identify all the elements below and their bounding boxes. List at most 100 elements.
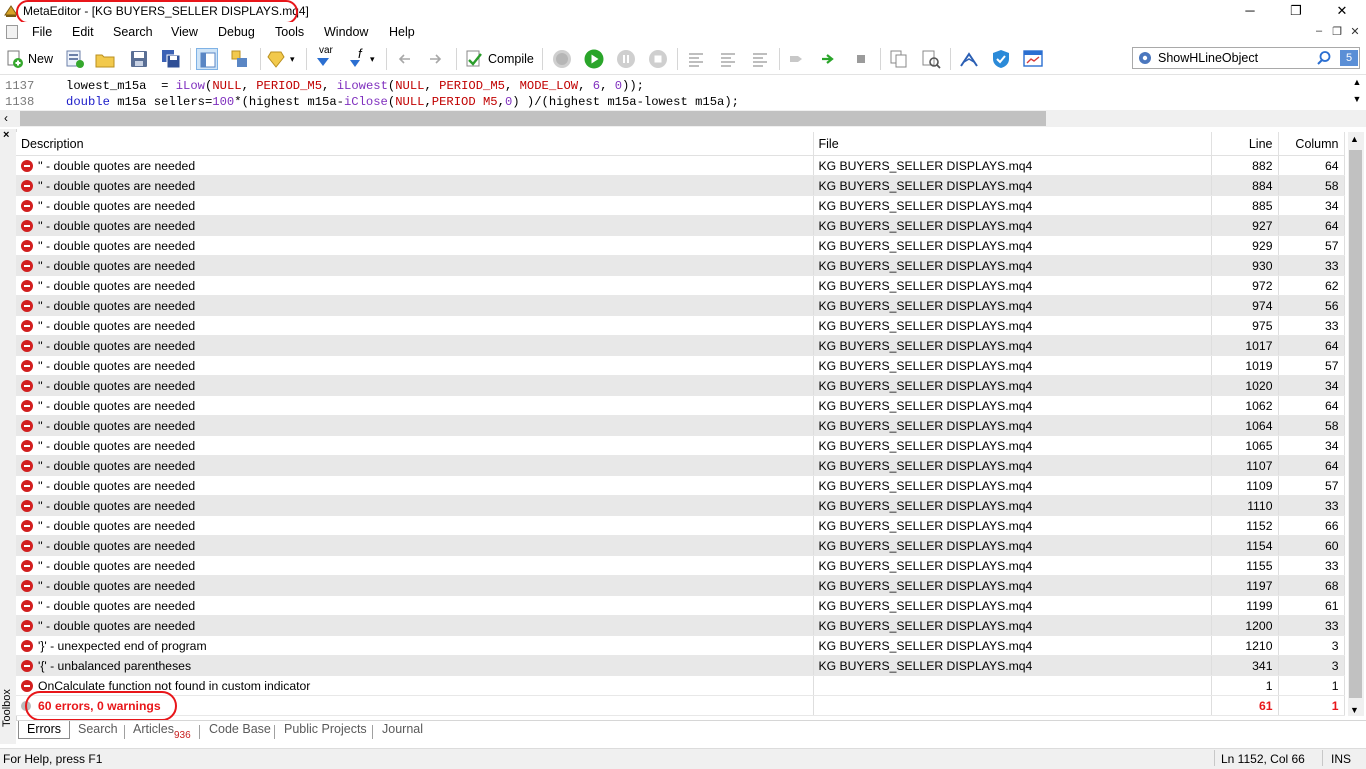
description-cell[interactable]: '' - double quotes are needed — [16, 355, 814, 376]
column-cell[interactable]: 34 — [1278, 435, 1345, 456]
file-cell[interactable] — [813, 675, 1212, 696]
table-row[interactable]: '' - double quotes are needed KG BUYERS_S… — [16, 375, 1345, 396]
line-cell[interactable]: 1017 — [1211, 335, 1279, 356]
column-cell[interactable]: 68 — [1278, 575, 1345, 596]
line-cell[interactable]: 1065 — [1211, 435, 1279, 456]
line-cell[interactable]: 1107 — [1211, 455, 1279, 476]
summary-row[interactable]: 60 errors, 0 warnings 61 1 — [16, 695, 1345, 716]
restore-button[interactable]: ❐ — [1273, 0, 1319, 22]
search-results-badge[interactable]: 5 — [1340, 50, 1358, 66]
start-debug-icon[interactable] — [583, 48, 605, 70]
column-cell[interactable]: 3 — [1278, 655, 1345, 676]
line-cell[interactable]: 1152 — [1211, 515, 1279, 536]
file-cell[interactable]: KG BUYERS_SELLER DISPLAYS.mq4 — [813, 475, 1212, 496]
tab-code-base[interactable]: Code Base — [209, 722, 271, 736]
tab-journal[interactable]: Journal — [382, 722, 423, 736]
close-button[interactable]: ✕ — [1319, 0, 1365, 22]
line-cell[interactable]: 1210 — [1211, 635, 1279, 656]
line-cell[interactable]: 974 — [1211, 295, 1279, 316]
line-cell[interactable]: 1109 — [1211, 475, 1279, 496]
new-project-icon[interactable] — [64, 48, 86, 70]
remove-breakpoints-icon[interactable] — [850, 48, 872, 70]
column-cell[interactable]: 34 — [1278, 375, 1345, 396]
line-cell[interactable]: 1197 — [1211, 575, 1279, 596]
column-cell[interactable]: 64 — [1278, 335, 1345, 356]
description-cell[interactable]: '' - double quotes are needed — [16, 235, 814, 256]
toolbox-toggle-icon[interactable] — [228, 48, 250, 70]
compile-icon[interactable] — [463, 48, 485, 70]
file-cell[interactable]: KG BUYERS_SELLER DISPLAYS.mq4 — [813, 555, 1212, 576]
styler-dropdown-icon[interactable]: ▾ — [290, 48, 300, 70]
file-cell[interactable]: KG BUYERS_SELLER DISPLAYS.mq4 — [813, 195, 1212, 216]
description-cell[interactable]: '' - double quotes are needed — [16, 595, 814, 616]
description-cell[interactable]: '' - double quotes are needed — [16, 315, 814, 336]
parameters-info-icon[interactable] — [346, 48, 368, 70]
description-cell[interactable]: '' - double quotes are needed — [16, 475, 814, 496]
column-cell[interactable]: 62 — [1278, 275, 1345, 296]
file-cell[interactable]: KG BUYERS_SELLER DISPLAYS.mq4 — [813, 295, 1212, 316]
description-cell[interactable]: '' - double quotes are needed — [16, 435, 814, 456]
table-row[interactable]: OnCalculate function not found in custom… — [16, 675, 1345, 696]
menu-view[interactable]: View — [171, 25, 198, 39]
line-cell[interactable]: 884 — [1211, 175, 1279, 196]
file-cell[interactable]: KG BUYERS_SELLER DISPLAYS.mq4 — [813, 495, 1212, 516]
column-cell[interactable]: 33 — [1278, 615, 1345, 636]
menu-debug[interactable]: Debug — [218, 25, 255, 39]
column-header-file[interactable]: File — [813, 132, 1212, 156]
save-icon[interactable] — [128, 48, 150, 70]
column-header-line[interactable]: Line — [1211, 132, 1279, 156]
table-row[interactable]: '}' - unexpected end of program KG BUYERS… — [16, 635, 1345, 656]
table-row[interactable]: '' - double quotes are needed KG BUYERS_S… — [16, 355, 1345, 376]
description-cell[interactable]: '' - double quotes are needed — [16, 335, 814, 356]
tab-articles[interactable]: Articles — [133, 722, 174, 736]
table-row[interactable]: '' - double quotes are needed KG BUYERS_S… — [16, 315, 1345, 336]
line-cell[interactable]: 1200 — [1211, 615, 1279, 636]
new-file-icon[interactable] — [4, 48, 26, 70]
save-all-icon[interactable] — [160, 48, 182, 70]
column-cell[interactable]: 58 — [1278, 175, 1345, 196]
description-cell[interactable]: '' - double quotes are needed — [16, 415, 814, 436]
tab-errors[interactable]: Errors — [18, 721, 71, 739]
column-cell[interactable]: 57 — [1278, 235, 1345, 256]
description-cell[interactable]: '' - double quotes are needed — [16, 495, 814, 516]
line-cell[interactable]: 930 — [1211, 255, 1279, 276]
column-cell[interactable]: 33 — [1278, 555, 1345, 576]
table-row[interactable]: '' - double quotes are needed KG BUYERS_S… — [16, 155, 1345, 176]
column-cell[interactable]: 33 — [1278, 255, 1345, 276]
column-cell[interactable]: 64 — [1278, 455, 1345, 476]
table-row[interactable]: '' - double quotes are needed KG BUYERS_S… — [16, 175, 1345, 196]
description-cell[interactable]: '' - double quotes are needed — [16, 275, 814, 296]
table-row[interactable]: '' - double quotes are needed KG BUYERS_S… — [16, 475, 1345, 496]
menu-search[interactable]: Search — [113, 25, 153, 39]
table-row[interactable]: '' - double quotes are needed KG BUYERS_S… — [16, 615, 1345, 636]
table-row[interactable]: '' - double quotes are needed KG BUYERS_S… — [16, 515, 1345, 536]
file-cell[interactable]: KG BUYERS_SELLER DISPLAYS.mq4 — [813, 315, 1212, 336]
mdi-close-button[interactable]: ✕ — [1346, 25, 1364, 41]
column-cell[interactable]: 64 — [1278, 155, 1345, 176]
description-cell[interactable]: '' - double quotes are needed — [16, 535, 814, 556]
line-cell[interactable]: 1199 — [1211, 595, 1279, 616]
description-cell[interactable]: '{' - unbalanced parentheses — [16, 655, 814, 676]
file-cell[interactable]: KG BUYERS_SELLER DISPLAYS.mq4 — [813, 515, 1212, 536]
file-cell[interactable]: KG BUYERS_SELLER DISPLAYS.mq4 — [813, 275, 1212, 296]
line-cell[interactable]: 1 — [1211, 675, 1279, 696]
mdi-restore-button[interactable]: ❐ — [1328, 25, 1346, 41]
column-header-column[interactable]: Column — [1278, 132, 1345, 156]
forward-arrow-icon[interactable] — [424, 48, 446, 70]
column-cell[interactable]: 34 — [1278, 195, 1345, 216]
step-out-icon[interactable] — [749, 48, 771, 70]
table-row[interactable]: '' - double quotes are needed KG BUYERS_S… — [16, 395, 1345, 416]
menu-window[interactable]: Window — [324, 25, 368, 39]
description-cell[interactable]: '' - double quotes are needed — [16, 295, 814, 316]
line-cell[interactable]: 927 — [1211, 215, 1279, 236]
line-cell[interactable]: 885 — [1211, 195, 1279, 216]
description-cell[interactable]: '' - double quotes are needed — [16, 615, 814, 636]
column-cell[interactable]: 64 — [1278, 215, 1345, 236]
column-cell[interactable]: 61 — [1278, 595, 1345, 616]
mdi-minimize-button[interactable]: – — [1310, 25, 1328, 41]
file-cell[interactable]: KG BUYERS_SELLER DISPLAYS.mq4 — [813, 415, 1212, 436]
document-icon[interactable] — [6, 25, 18, 39]
column-cell[interactable]: 33 — [1278, 495, 1345, 516]
file-cell[interactable]: KG BUYERS_SELLER DISPLAYS.mq4 — [813, 375, 1212, 396]
description-cell[interactable]: '' - double quotes are needed — [16, 375, 814, 396]
